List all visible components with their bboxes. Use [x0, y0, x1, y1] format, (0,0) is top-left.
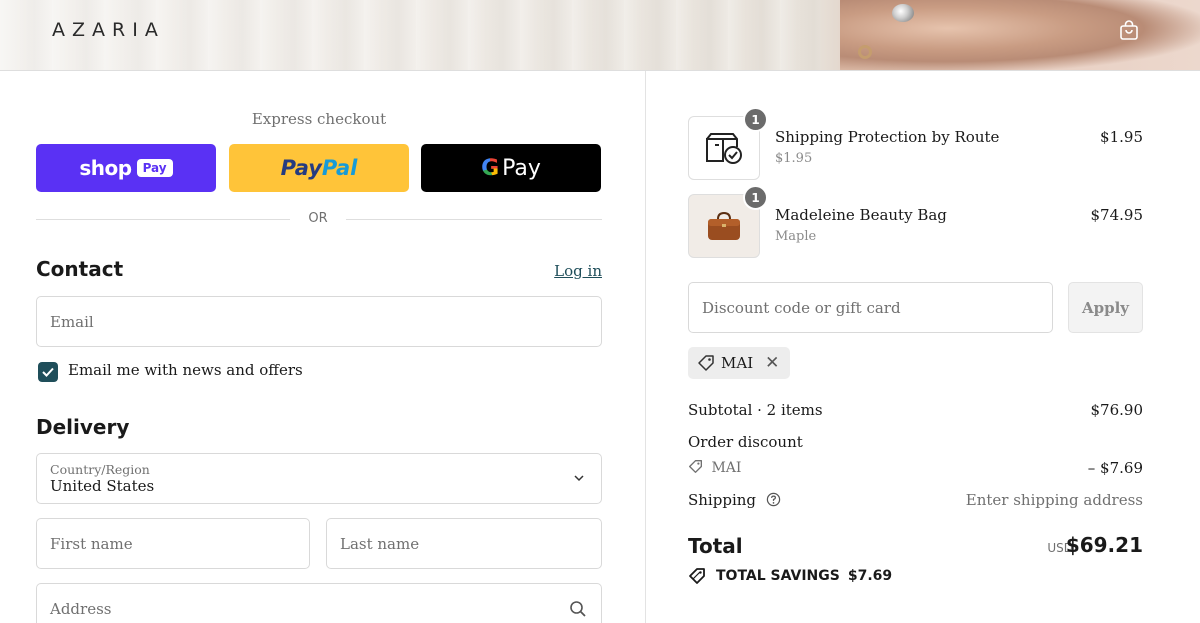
divider-line-right	[346, 219, 602, 220]
item-price: $1.95	[1100, 128, 1143, 146]
contact-title: Contact	[36, 257, 124, 281]
last-name-field[interactable]: Last name	[326, 518, 602, 569]
header-photo-ring-gold	[858, 45, 872, 59]
total-savings: TOTAL SAVINGS $7.69	[688, 567, 892, 585]
item-variant: Maple	[775, 229, 817, 244]
total-value: $69.21	[1065, 533, 1143, 557]
page-header: AZARIA	[0, 0, 1200, 71]
quantity-badge: 1	[743, 185, 768, 210]
discount-value: – $7.69	[1087, 459, 1143, 477]
paypal-button[interactable]: Pay Pal	[229, 144, 409, 192]
savings-label: TOTAL SAVINGS	[716, 568, 840, 584]
country-select[interactable]: Country/Region United States	[36, 453, 602, 504]
line-item: 1 Shipping Protection by Route $1.95 $1.…	[688, 107, 1143, 182]
column-divider	[645, 71, 646, 623]
item-name: Shipping Protection by Route	[775, 128, 1000, 146]
subtotal-value: $76.90	[1090, 401, 1144, 419]
google-g-icon: G	[481, 155, 500, 181]
applied-code-label: MAI	[721, 354, 754, 372]
last-name-placeholder: Last name	[340, 534, 420, 553]
discount-code-placeholder: Discount code or gift card	[702, 298, 901, 317]
subtotal-row: Subtotal · 2 items $76.90	[688, 401, 1143, 419]
newsletter-checkbox[interactable]	[38, 362, 58, 382]
line-item: 1 Madeleine Beauty Bag Maple $74.95	[688, 185, 1144, 260]
login-link[interactable]: Log in	[554, 262, 602, 280]
item-name: Madeleine Beauty Bag	[775, 206, 947, 224]
savings-tag-icon	[689, 568, 705, 584]
remove-discount-icon[interactable]: ✕	[765, 353, 779, 373]
checkmark-icon	[42, 367, 54, 377]
first-name-placeholder: First name	[50, 534, 133, 553]
shipping-label: Shipping	[688, 491, 756, 509]
help-icon[interactable]	[766, 492, 781, 507]
country-label: Country/Region	[50, 462, 150, 477]
divider-line-left	[36, 219, 290, 220]
shipping-row: Shipping Enter shipping address	[688, 491, 1143, 509]
discount-code-label: MAI	[711, 460, 742, 476]
apply-discount-button[interactable]: Apply	[1068, 282, 1143, 333]
item-variant: $1.95	[775, 151, 813, 166]
quantity-badge: 1	[743, 107, 768, 132]
discount-code-input[interactable]: Discount code or gift card	[688, 282, 1053, 333]
address-field[interactable]: Address	[36, 583, 602, 623]
order-summary: 1 Shipping Protection by Route $1.95 $1.…	[688, 71, 1143, 623]
item-price: $74.95	[1090, 206, 1144, 224]
order-discount-row: Order discount	[688, 433, 1143, 451]
shop-pay-badge: Pay	[136, 159, 173, 177]
express-checkout-title: Express checkout	[251, 110, 387, 128]
shipping-value: Enter shipping address	[965, 491, 1143, 509]
address-placeholder: Address	[50, 599, 112, 618]
google-pay-text: Pay	[502, 155, 541, 181]
google-pay-button[interactable]: G Pay	[421, 144, 601, 192]
delivery-title: Delivery	[36, 415, 130, 439]
paypal-text-pal: Pal	[321, 156, 358, 180]
store-logo[interactable]: AZARIA	[52, 19, 165, 41]
discount-code-row: MAI – $7.69	[688, 459, 1143, 477]
tag-icon	[689, 460, 702, 473]
checkout-form: Express checkout shop Pay Pay Pal G Pay O…	[36, 71, 602, 623]
shop-pay-button[interactable]: shop Pay	[36, 144, 216, 192]
subtotal-label: Subtotal · 2 items	[688, 401, 823, 419]
search-icon	[570, 601, 586, 617]
shop-pay-text: shop	[79, 156, 132, 180]
tag-icon	[698, 355, 714, 371]
email-placeholder: Email	[50, 312, 94, 331]
or-divider: OR	[36, 209, 602, 229]
or-label: OR	[308, 211, 328, 226]
applied-discount-chip: MAI ✕	[688, 347, 790, 379]
shopping-bag-icon[interactable]	[1117, 18, 1141, 42]
package-check-icon	[706, 133, 742, 164]
total-label: Total	[688, 534, 743, 558]
order-discount-label: Order discount	[688, 433, 803, 451]
first-name-field[interactable]: First name	[36, 518, 310, 569]
chevron-down-icon	[574, 475, 584, 482]
bag-thumbnail	[708, 211, 740, 240]
email-field[interactable]: Email	[36, 296, 602, 347]
paypal-text-pay: Pay	[280, 156, 322, 180]
newsletter-label[interactable]: Email me with news and offers	[68, 361, 303, 379]
savings-value: $7.69	[847, 568, 893, 584]
header-photo-ring	[892, 4, 914, 22]
country-value: United States	[50, 477, 155, 495]
